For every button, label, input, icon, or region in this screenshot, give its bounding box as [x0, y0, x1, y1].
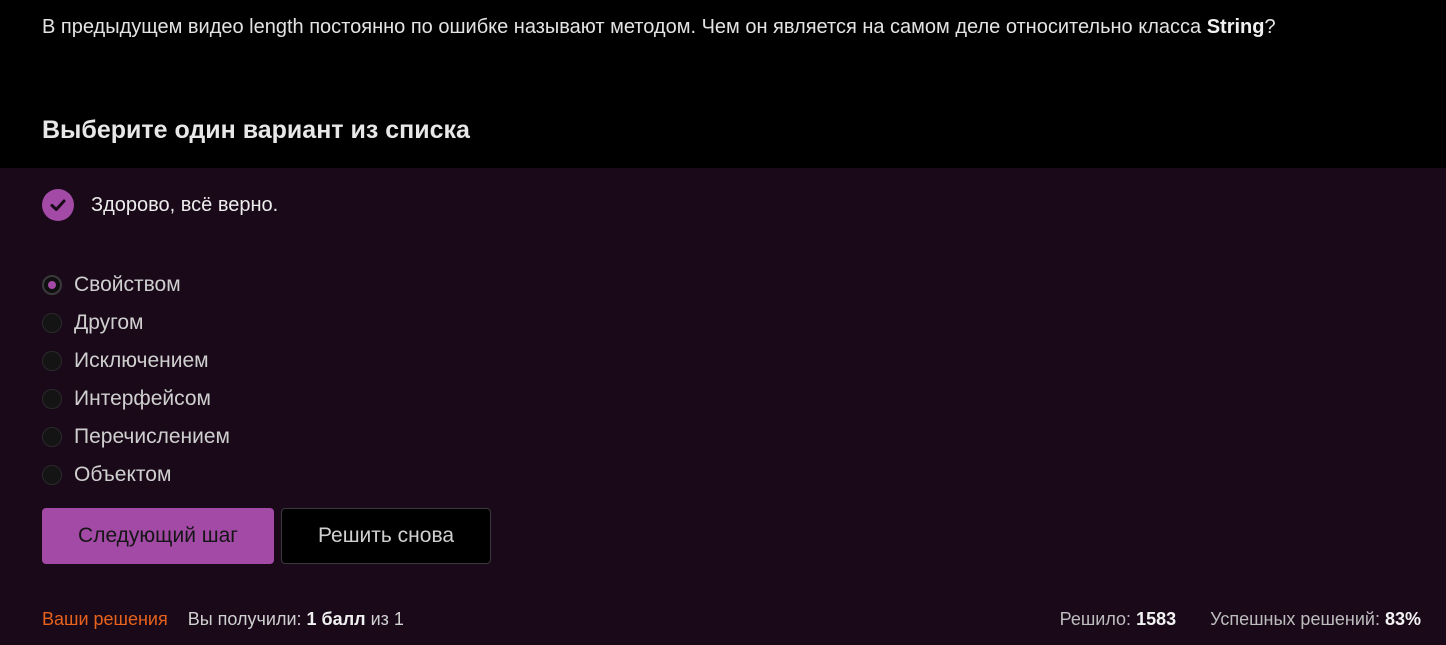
- score-text: Вы получили: 1 балл из 1: [188, 609, 404, 630]
- question-header: В предыдущем видео length постоянно по о…: [0, 0, 1446, 168]
- question-main: В предыдущем видео length постоянно по о…: [42, 16, 1207, 38]
- footer-score: Ваши решения Вы получили: 1 балл из 1: [42, 609, 404, 630]
- radio-icon[interactable]: [42, 427, 62, 447]
- option-label: Интерфейсом: [74, 387, 211, 410]
- success-label: Успешных решений:: [1210, 609, 1385, 629]
- answer-panel: Здорово, всё верно. Свойством Другом Иск…: [0, 168, 1446, 645]
- question-text: В предыдущем видео length постоянно по о…: [42, 14, 1276, 40]
- success-stat: Успешных решений: 83%: [1210, 609, 1421, 630]
- score-suffix: из 1: [365, 609, 404, 629]
- radio-icon[interactable]: [42, 389, 62, 409]
- instruction-heading: Выберите один вариант из списка: [42, 116, 470, 144]
- option-item[interactable]: Исключением: [42, 342, 230, 380]
- solved-value: 1583: [1136, 609, 1177, 629]
- solved-stat: Решило: 1583: [1060, 609, 1177, 630]
- action-buttons: Следующий шаг Решить снова: [42, 508, 491, 564]
- check-icon: [42, 189, 74, 221]
- score-prefix: Вы получили:: [187, 609, 307, 629]
- footer-stats: Решило: 1583 Успешных решений: 83%: [1060, 609, 1421, 630]
- next-step-button[interactable]: Следующий шаг: [42, 508, 274, 564]
- option-label: Перечислением: [74, 425, 230, 448]
- your-solutions-link[interactable]: Ваши решения: [42, 609, 168, 630]
- feedback-message: Здорово, всё верно.: [42, 189, 278, 221]
- option-item[interactable]: Другом: [42, 304, 230, 342]
- question-term: String: [1206, 16, 1265, 38]
- question-suffix: ?: [1264, 16, 1276, 38]
- solved-label: Решило:: [1059, 609, 1137, 629]
- option-label: Исключением: [74, 349, 209, 372]
- radio-selected-icon[interactable]: [42, 275, 62, 295]
- option-item[interactable]: Интерфейсом: [42, 380, 230, 418]
- feedback-text: Здорово, всё верно.: [91, 193, 279, 216]
- score-value: 1 балл: [306, 609, 366, 629]
- radio-icon[interactable]: [42, 351, 62, 371]
- option-label: Свойством: [74, 273, 181, 296]
- option-item[interactable]: Объектом: [42, 456, 230, 494]
- success-value: 83%: [1384, 609, 1421, 629]
- option-label: Объектом: [74, 463, 172, 486]
- option-item[interactable]: Перечислением: [42, 418, 230, 456]
- option-label: Другом: [74, 311, 144, 334]
- options-list: Свойством Другом Исключением Интерфейсом…: [42, 266, 230, 494]
- retry-button[interactable]: Решить снова: [281, 508, 491, 564]
- radio-icon[interactable]: [42, 313, 62, 333]
- option-item[interactable]: Свойством: [42, 266, 230, 304]
- radio-icon[interactable]: [42, 465, 62, 485]
